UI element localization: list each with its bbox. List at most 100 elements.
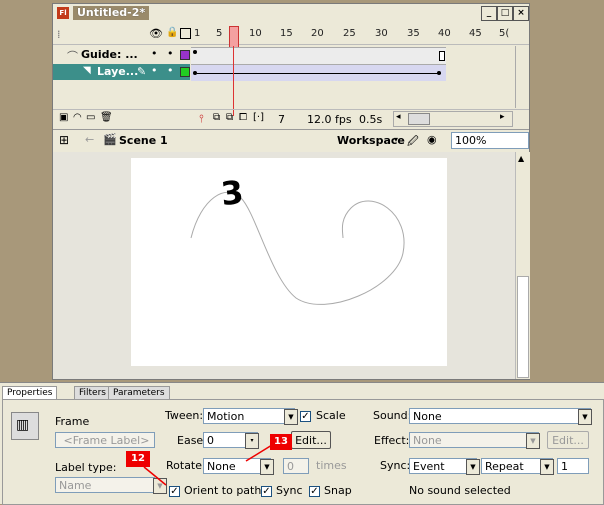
stage-area: 3 <box>53 152 515 379</box>
sync-check-label: Sync <box>276 484 303 497</box>
flash-app-icon: Fl <box>57 7 69 19</box>
ruler-label: 45 <box>469 28 482 39</box>
scene-name[interactable]: Scene 1 <box>119 134 168 147</box>
scroll-right-icon[interactable]: ▸ <box>500 112 505 122</box>
effect-select[interactable]: None <box>409 432 539 448</box>
layer-name-cell[interactable]: ◥ Laye... ✎ • • <box>53 64 190 80</box>
keyframe-icon[interactable] <box>437 71 441 75</box>
end-frame-icon[interactable] <box>439 51 445 61</box>
no-sound-text: No sound selected <box>409 484 511 497</box>
stage-vscroll[interactable]: ▲ <box>515 152 530 379</box>
insert-layer-icon[interactable]: ▣ <box>59 112 68 123</box>
frame-rate: 12.0 fps <box>307 113 352 126</box>
ruler-label: 35 <box>407 28 420 39</box>
lock-dot-icon[interactable]: • <box>167 47 174 60</box>
back-arrow-icon[interactable]: ← <box>85 133 94 146</box>
scroll-thumb[interactable] <box>517 276 529 378</box>
eye-icon[interactable]: 👁 <box>149 27 163 40</box>
outline-color-icon[interactable] <box>180 67 190 77</box>
playhead[interactable] <box>229 26 239 48</box>
scene-icon: 🎬 <box>103 133 117 146</box>
lock-dot-icon[interactable]: • <box>167 64 174 77</box>
scroll-thumb[interactable] <box>408 113 430 125</box>
keyframe-icon[interactable] <box>193 50 197 54</box>
center-frame-icon[interactable]: ⫯ <box>199 112 204 126</box>
chevron-down-icon[interactable]: ▼ <box>540 459 554 475</box>
ruler-label: 10 <box>249 28 262 39</box>
frame-label-input[interactable]: <Frame Label> <box>55 432 155 448</box>
orient-to-path-checkbox[interactable]: ✓ <box>169 486 180 497</box>
scale-checkbox[interactable]: ✓ <box>300 411 311 422</box>
ruler-label: 5 <box>216 28 223 39</box>
scroll-left-icon[interactable]: ◂ <box>396 112 401 122</box>
current-frame: 7 <box>278 113 285 126</box>
playhead-line <box>233 46 234 116</box>
timeline-vscroll[interactable] <box>515 46 528 108</box>
effect-edit-button[interactable]: Edit... <box>547 431 589 449</box>
timeline-hscroll[interactable]: ◂ ▸ <box>393 111 513 127</box>
sound-label: Sound: <box>373 409 412 422</box>
sync-checkbox[interactable]: ✓ <box>261 486 272 497</box>
outline-color-icon[interactable] <box>180 50 190 60</box>
onion-markers-icon[interactable]: [·] <box>253 112 264 123</box>
chevron-down-icon[interactable]: ▼ <box>284 409 298 425</box>
label-type-label: Label type: <box>55 461 117 474</box>
outline-icon[interactable] <box>180 28 191 39</box>
chevron-down-icon[interactable]: ▼ <box>526 433 540 449</box>
frame-icon: ▥ <box>11 412 39 440</box>
stage-canvas[interactable]: 3 <box>131 158 447 366</box>
flash-window: Fl Untitled-2* _ □ × ⁞ 👁 🔒 1 5 10 15 20 … <box>52 3 530 380</box>
sync-label: Sync: <box>380 459 411 472</box>
onion-outline-icon[interactable]: ⧉ <box>226 112 233 123</box>
frames-track[interactable] <box>191 64 446 81</box>
layer-icon: ◥ <box>83 65 91 76</box>
times-label: times <box>316 459 347 472</box>
onion-skin-icon[interactable]: ⧉ <box>213 112 220 123</box>
chevron-down-icon[interactable]: ▼ <box>578 409 592 425</box>
frames-track[interactable] <box>191 47 446 64</box>
layer-row-guide[interactable]: ⌒ Guide: ... • • <box>53 47 529 64</box>
chevron-down-icon[interactable]: ▾ <box>394 135 398 144</box>
edit-symbols-icon[interactable]: 🖉 <box>407 133 419 152</box>
minimize-button[interactable]: _ <box>481 6 497 21</box>
layer-name: Guide: ... <box>81 48 138 61</box>
properties-panel: Properties Filters Parameters ▥ Frame <F… <box>0 382 604 505</box>
tween-select[interactable]: Motion <box>203 408 295 424</box>
ruler-label: 30 <box>375 28 388 39</box>
rotate-times-input[interactable]: 0 <box>283 458 309 474</box>
elapsed-time: 0.5s <box>359 113 383 126</box>
chevron-down-icon[interactable]: ▼ <box>466 459 480 475</box>
snap-label: Snap <box>324 484 352 497</box>
repeat-count-input[interactable]: 1 <box>557 458 589 474</box>
edit-bar: ⊞ ← 🎬 Scene 1 Workspace ▾ 🖉 ◉ 100% <box>53 129 529 153</box>
maximize-button[interactable]: □ <box>497 6 513 21</box>
sound-select[interactable]: None <box>409 408 591 424</box>
visible-dot-icon[interactable]: • <box>151 64 158 77</box>
effect-label: Effect: <box>374 434 410 447</box>
timeline-footer: ▣ ◠ ▭ 🗑 ⫯ ⧉ ⧉ ⧠ [·] 7 12.0 fps 0.5s ◂ ▸ <box>53 109 529 128</box>
close-button[interactable]: × <box>513 6 529 21</box>
layer-row-active[interactable]: ◥ Laye... ✎ • • <box>53 64 529 81</box>
tween-symbol-three[interactable]: 3 <box>219 173 245 213</box>
layer-name: Laye... <box>97 65 139 78</box>
stage-icon[interactable]: ⊞ <box>59 133 69 147</box>
edit-ease-button[interactable]: Edit... <box>291 431 331 449</box>
motion-guide-path[interactable] <box>131 158 447 366</box>
layer-name-cell[interactable]: ⌒ Guide: ... • • <box>53 47 190 63</box>
insert-folder-icon[interactable]: ▭ <box>86 112 95 123</box>
ruler-label: 1 <box>194 28 201 39</box>
delete-layer-icon[interactable]: 🗑 <box>100 112 113 123</box>
scroll-up-icon[interactable]: ▲ <box>518 154 524 163</box>
window-title: Untitled-2* <box>73 6 150 20</box>
guide-layer-icon: ⌒ <box>67 50 78 63</box>
zoom-select[interactable]: 100% <box>451 132 529 149</box>
lock-icon[interactable]: 🔒 <box>166 27 178 38</box>
visible-dot-icon[interactable]: • <box>151 47 158 60</box>
edit-multiple-icon[interactable]: ⧠ <box>239 112 247 123</box>
edit-scene-icon[interactable]: ◉ <box>427 133 437 146</box>
title-bar[interactable]: Fl Untitled-2* _ □ × <box>53 4 529 22</box>
pencil-icon[interactable]: ✎ <box>137 65 146 78</box>
snap-checkbox[interactable]: ✓ <box>309 486 320 497</box>
rotate-label: Rotate: <box>166 459 206 472</box>
add-guide-icon[interactable]: ◠ <box>73 112 82 123</box>
